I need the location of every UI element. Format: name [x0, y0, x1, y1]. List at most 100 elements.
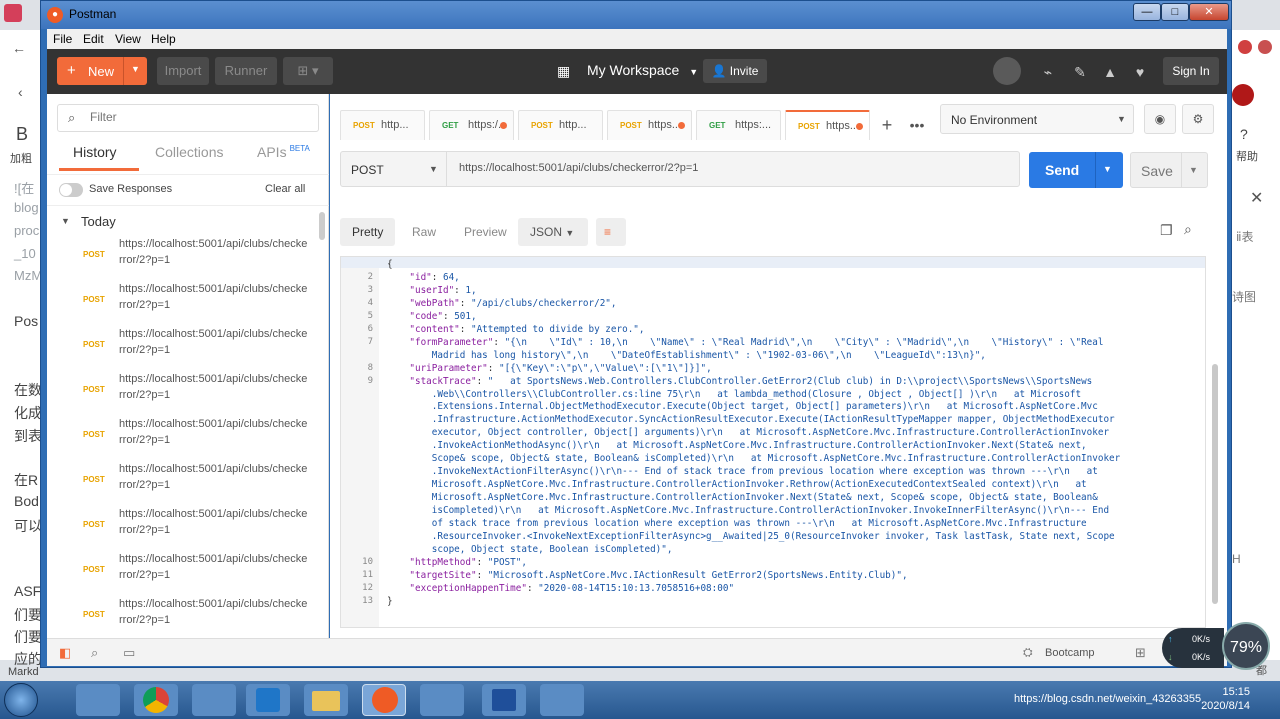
bootcamp-button[interactable]: Bootcamp	[1045, 647, 1095, 659]
tab-collections[interactable]: Collections	[155, 144, 223, 160]
history-item-method: POST	[83, 340, 105, 349]
back-chevron-icon[interactable]: ‹	[18, 84, 23, 100]
sync-status-icon[interactable]	[993, 57, 1021, 85]
request-tab[interactable]: POST http...	[518, 110, 603, 140]
pretty-tab[interactable]: Pretty	[340, 218, 396, 246]
format-select[interactable]: JSON ▼	[518, 218, 588, 246]
filter-field[interactable]: ⌕	[57, 104, 319, 132]
menu-edit[interactable]: Edit	[83, 32, 104, 46]
console-icon[interactable]: ▭	[123, 645, 135, 661]
history-item[interactable]: POST https://localhost:5001/api/clubs/che…	[47, 324, 317, 368]
request-tab[interactable]: POST https...	[785, 110, 870, 140]
code-line: "targetSite": "Microsoft.AspNetCore.Mvc.…	[409, 569, 908, 581]
tab-apis[interactable]: APIs BETA	[257, 144, 310, 160]
history-item[interactable]: POST https://localhost:5001/api/clubs/che…	[47, 594, 317, 638]
close-icon[interactable]: ✕	[1250, 188, 1263, 208]
menu-file[interactable]: File	[53, 32, 72, 46]
tab-history[interactable]: History	[73, 144, 117, 160]
heart-icon[interactable]: ♥	[1131, 63, 1149, 81]
history-item-url: https://localhost:5001/api/clubs/checker…	[119, 238, 308, 266]
history-item-url: https://localhost:5001/api/clubs/checker…	[119, 418, 308, 446]
minimize-button[interactable]: —	[1133, 3, 1161, 21]
history-item[interactable]: POST https://localhost:5001/api/clubs/che…	[47, 369, 317, 413]
back-arrow-icon[interactable]: ←	[12, 40, 26, 56]
code-line: "uriParameter": "[{\"Key\":\"p\",\"Value…	[409, 362, 712, 374]
response-body[interactable]: 12345678910111213 { "id": 64, "userId": …	[340, 256, 1206, 628]
invite-button[interactable]: 👤 Invite	[703, 59, 767, 83]
new-window-button[interactable]: ⊞ ▾	[283, 57, 333, 85]
preview-tab[interactable]: Preview	[452, 218, 519, 246]
satellite-icon[interactable]: ⌁	[1039, 63, 1057, 81]
taskbar-app-icon[interactable]	[76, 684, 120, 716]
close-window-button[interactable]: ✕	[1189, 3, 1229, 21]
editor-text: 们要	[14, 607, 42, 623]
vscode-icon[interactable]	[246, 684, 290, 716]
new-tab-button[interactable]: +	[874, 110, 900, 140]
url-input[interactable]	[459, 162, 1009, 174]
maximize-button[interactable]: □	[1161, 3, 1189, 21]
menu-view[interactable]: View	[115, 32, 141, 46]
layout-icon[interactable]: ⊞	[1135, 645, 1146, 661]
start-button[interactable]	[4, 683, 38, 717]
chrome-icon[interactable]	[134, 684, 178, 716]
help-icon[interactable]: ?	[1240, 126, 1248, 142]
history-item[interactable]: POST https://localhost:5001/api/clubs/che…	[47, 459, 317, 503]
request-tab[interactable]: GET https:/...	[429, 110, 514, 140]
editor-text: blog	[14, 200, 39, 215]
wrench-icon[interactable]: ✎	[1071, 63, 1089, 81]
raw-tab[interactable]: Raw	[400, 218, 448, 246]
background-avatar[interactable]	[1232, 84, 1254, 106]
search-icon[interactable]: ⌕	[1184, 221, 1192, 238]
runner-button[interactable]: Runner	[215, 57, 277, 85]
history-group-today[interactable]: Today	[81, 214, 116, 229]
paint-icon[interactable]	[540, 684, 584, 716]
history-item[interactable]: POST https://localhost:5001/api/clubs/che…	[47, 549, 317, 593]
filter-input[interactable]	[90, 110, 310, 124]
wrap-lines-icon[interactable]: ≡	[596, 218, 626, 246]
sidebar-scrollbar[interactable]	[319, 212, 325, 240]
import-button[interactable]: Import	[157, 57, 209, 85]
chevron-down-icon[interactable]: ▼	[1103, 164, 1112, 174]
request-tab[interactable]: POST http...	[340, 110, 425, 140]
new-button[interactable]: + New ▼	[57, 57, 147, 85]
title-bar[interactable]: ● Postman — □ ✕	[41, 1, 1231, 29]
postman-taskbar-icon[interactable]	[362, 684, 406, 716]
chevron-down-icon[interactable]: ▼	[1189, 165, 1198, 175]
history-item[interactable]: POST https://localhost:5001/api/clubs/che…	[47, 414, 317, 458]
collapse-icon[interactable]: ▼	[61, 216, 70, 226]
workspace-selector[interactable]: My Workspace ▼	[559, 62, 698, 78]
environment-select[interactable]: No Environment ▼	[940, 104, 1134, 134]
taskbar-app-icon[interactable]	[420, 684, 464, 716]
save-label: Save	[1141, 163, 1173, 179]
bold-button[interactable]: B	[16, 124, 28, 145]
system-clock[interactable]: 15:15 2020/8/14	[1201, 685, 1250, 713]
file-explorer-icon[interactable]	[304, 684, 348, 716]
method-select[interactable]: POST ▼	[341, 152, 447, 186]
response-scrollbar[interactable]	[1212, 364, 1218, 604]
code-line: }	[387, 595, 393, 607]
copy-icon[interactable]: ❐	[1160, 222, 1173, 239]
save-button[interactable]: Save ▼	[1130, 152, 1208, 188]
taskbar-app-icon[interactable]	[192, 684, 236, 716]
bell-icon[interactable]: ▲	[1101, 63, 1119, 81]
menu-help[interactable]: Help	[151, 32, 176, 46]
clear-all-button[interactable]: Clear all	[265, 183, 305, 195]
gear-icon[interactable]: ⚙	[1182, 104, 1214, 134]
request-tab[interactable]: POST https...	[607, 110, 692, 140]
history-item[interactable]: POST https://localhost:5001/api/clubs/che…	[47, 504, 317, 548]
history-item[interactable]: POST https://localhost:5001/api/clubs/che…	[47, 279, 317, 323]
powershell-icon[interactable]	[482, 684, 526, 716]
chevron-down-icon[interactable]: ▼	[131, 64, 140, 74]
more-tabs-icon[interactable]: •••	[904, 110, 930, 140]
sign-in-button[interactable]: Sign In	[1163, 57, 1219, 85]
history-item-method: POST	[83, 565, 105, 574]
right-panel-text: ⅱ表	[1236, 230, 1254, 244]
request-tab[interactable]: GET https:...	[696, 110, 781, 140]
find-icon[interactable]: ⌕	[91, 645, 98, 661]
sidebar-toggle-icon[interactable]: ◧	[59, 645, 71, 661]
eye-icon[interactable]: ◉	[1144, 104, 1176, 134]
save-responses-toggle[interactable]	[59, 183, 83, 197]
history-item[interactable]: POST https://localhost:5001/api/clubs/che…	[47, 234, 317, 278]
send-button[interactable]: Send ▼	[1029, 152, 1123, 188]
memory-gauge[interactable]: 79%	[1222, 622, 1270, 670]
